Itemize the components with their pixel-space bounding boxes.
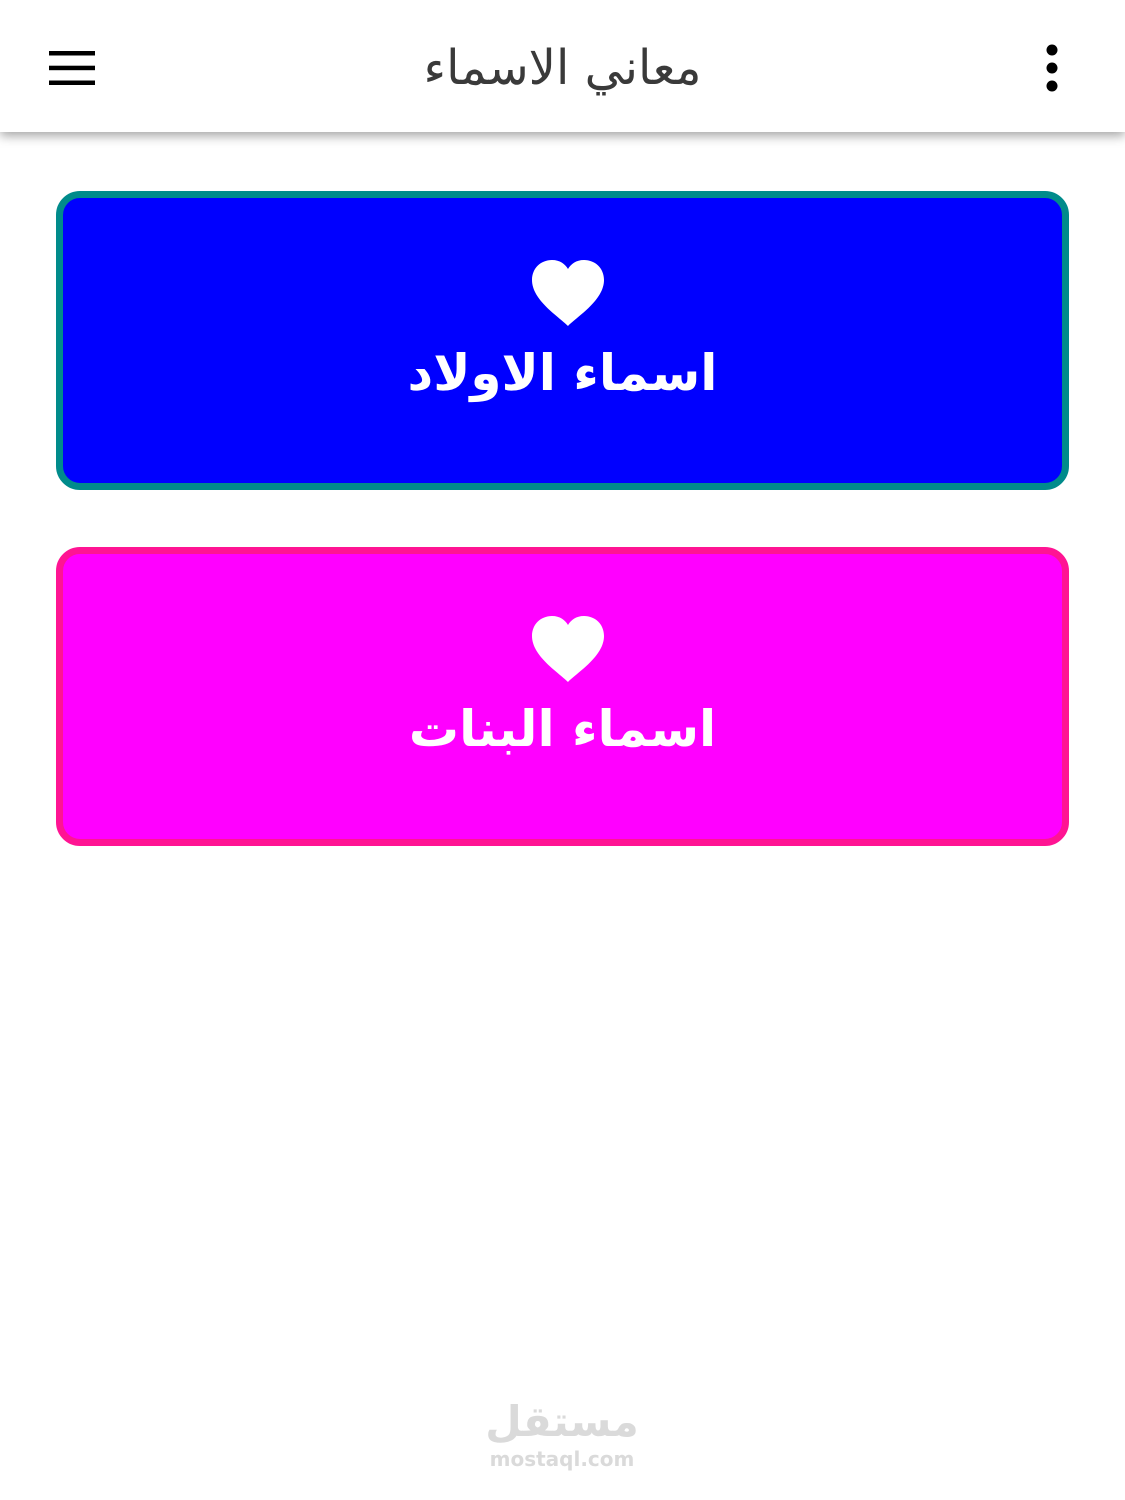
app-bar: معاني الاسماء — [0, 0, 1125, 132]
girls-names-label: اسماء البنات — [408, 700, 717, 758]
watermark-url: mostaql.com — [489, 1447, 635, 1471]
watermark: مستقل mostaql.com — [462, 1396, 662, 1476]
boys-names-label: اسماء الاولاد — [407, 344, 718, 402]
heart-icon — [532, 616, 604, 682]
watermark-logo: مستقل — [485, 1397, 639, 1446]
hamburger-menu-icon — [49, 51, 95, 85]
boys-names-button[interactable]: اسماء الاولاد — [56, 191, 1069, 490]
menu-button[interactable] — [36, 36, 108, 100]
heart-icon — [532, 260, 604, 326]
more-vertical-icon — [1046, 44, 1058, 92]
more-options-button[interactable] — [1022, 36, 1082, 100]
app-title: معاني الاسماء — [423, 40, 702, 96]
girls-names-button[interactable]: اسماء البنات — [56, 547, 1069, 846]
